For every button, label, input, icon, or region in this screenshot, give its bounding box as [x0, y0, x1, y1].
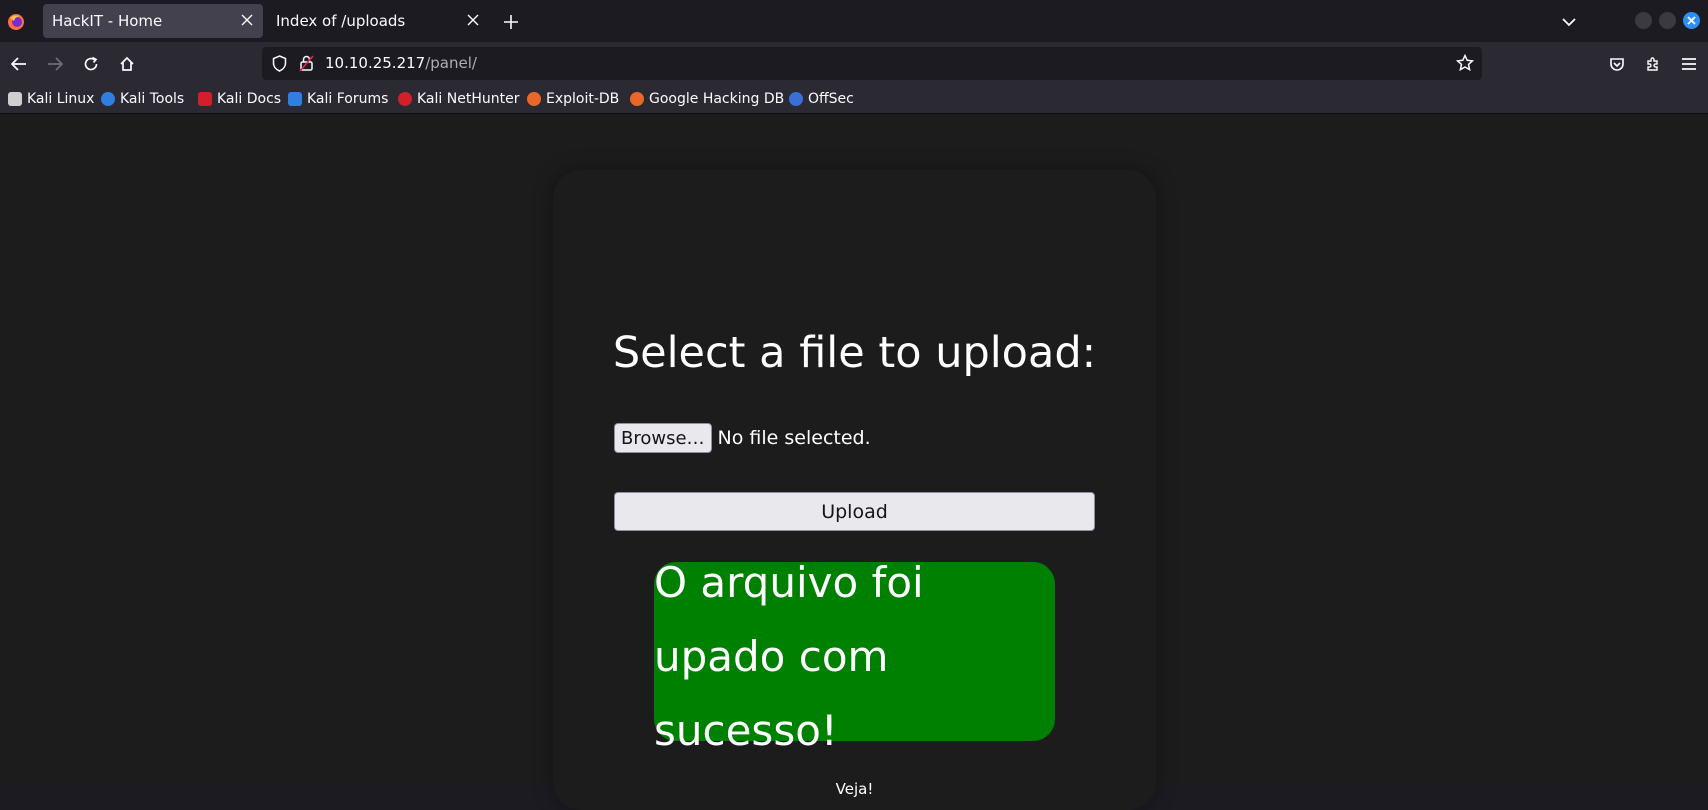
- pocket-button[interactable]: [1603, 50, 1631, 78]
- bookmark-label: Kali Linux: [27, 91, 95, 107]
- page-title: Select a file to upload:: [612, 328, 1097, 378]
- list-all-tabs-button[interactable]: [1556, 10, 1582, 34]
- kali-nethunter-icon: [398, 92, 412, 106]
- bookmark-google-hacking-db[interactable]: Google Hacking DB: [630, 88, 784, 110]
- kali-forums-icon: [288, 92, 302, 106]
- tab-hackit-home[interactable]: HackIT - Home: [43, 4, 263, 38]
- tab-title: HackIT - Home: [52, 12, 163, 30]
- file-status-text: No file selected.: [717, 427, 871, 449]
- view-upload-link[interactable]: Veja!: [553, 780, 1156, 798]
- bookmarks-toolbar: Kali Linux Kali Tools Kali Docs Kali For…: [0, 84, 1708, 114]
- bookmark-label: Kali NetHunter: [417, 91, 520, 107]
- tab-index-uploads[interactable]: Index of /uploads: [267, 4, 487, 38]
- close-tab-icon[interactable]: [236, 9, 258, 31]
- minimize-window-button[interactable]: [1635, 12, 1652, 29]
- extensions-button[interactable]: [1639, 50, 1667, 78]
- forward-button[interactable]: [41, 50, 69, 78]
- url-text[interactable]: 10.10.25.217/panel/: [325, 54, 477, 72]
- home-button[interactable]: [113, 50, 141, 78]
- tab-title: Index of /uploads: [276, 12, 406, 30]
- kali-docs-icon: [198, 92, 212, 106]
- bookmark-exploit-db[interactable]: Exploit-DB: [527, 88, 619, 110]
- success-message-box: O arquivo foi upado com sucesso!: [654, 558, 1055, 755]
- url-bar[interactable]: 10.10.25.217/panel/: [262, 47, 1482, 80]
- arrow-left-icon: [11, 57, 26, 71]
- url-host: 10.10.25.217: [325, 54, 426, 72]
- bookmark-kali-forums[interactable]: Kali Forums: [288, 88, 388, 110]
- bookmark-label: Kali Docs: [217, 91, 282, 107]
- kali-dragon-icon: [8, 92, 22, 106]
- bookmark-label: Google Hacking DB: [649, 91, 785, 107]
- bookmark-kali-linux[interactable]: Kali Linux: [8, 88, 94, 110]
- pocket-icon: [1610, 58, 1624, 71]
- upload-button[interactable]: Upload: [614, 492, 1095, 531]
- bookmark-label: Exploit-DB: [546, 91, 620, 107]
- arrow-right-icon: [48, 57, 63, 71]
- bookmark-kali-nethunter[interactable]: Kali NetHunter: [398, 88, 519, 110]
- bookmark-label: Kali Forums: [307, 91, 389, 107]
- kali-tools-icon: [101, 92, 115, 106]
- bookmark-star-icon[interactable]: [1456, 54, 1474, 72]
- app-menu-button[interactable]: [1675, 50, 1703, 78]
- back-button[interactable]: [5, 50, 33, 78]
- home-icon: [120, 56, 134, 71]
- hamburger-menu-icon: [1682, 58, 1696, 70]
- url-path: /panel/: [425, 54, 477, 72]
- reload-button[interactable]: [77, 50, 105, 78]
- close-icon: [1687, 16, 1696, 25]
- tab-strip: HackIT - Home Index of /uploads: [0, 0, 1708, 42]
- upload-panel: Select a file to upload: Browse… No file…: [553, 170, 1156, 810]
- new-tab-button[interactable]: [497, 10, 525, 34]
- success-message: O arquivo foi upado com sucesso!: [654, 558, 924, 755]
- browse-button[interactable]: Browse…: [614, 423, 712, 453]
- insecure-lock-icon[interactable]: [299, 54, 314, 72]
- page-content: Select a file to upload: Browse… No file…: [0, 115, 1708, 810]
- file-input[interactable]: Browse… No file selected.: [614, 423, 871, 453]
- chevron-down-icon: [1562, 18, 1576, 27]
- close-tab-icon[interactable]: [462, 9, 484, 31]
- bookmark-kali-tools[interactable]: Kali Tools: [101, 88, 184, 110]
- puzzle-piece-icon: [1647, 57, 1658, 71]
- offsec-icon: [789, 92, 803, 106]
- navigation-toolbar: 10.10.25.217/panel/: [0, 42, 1708, 84]
- tracking-protection-shield-icon[interactable]: [272, 55, 287, 72]
- close-window-button[interactable]: [1683, 12, 1700, 29]
- maximize-window-button[interactable]: [1659, 12, 1676, 29]
- ghdb-icon: [630, 92, 644, 106]
- exploit-db-icon: [527, 92, 541, 106]
- firefox-menu-icon[interactable]: [6, 12, 26, 32]
- bookmark-offsec[interactable]: OffSec: [789, 88, 854, 110]
- bookmark-label: OffSec: [808, 91, 854, 107]
- bookmark-kali-docs[interactable]: Kali Docs: [198, 88, 281, 110]
- plus-icon: [504, 15, 518, 29]
- reload-icon: [84, 56, 98, 71]
- bookmark-label: Kali Tools: [120, 91, 185, 107]
